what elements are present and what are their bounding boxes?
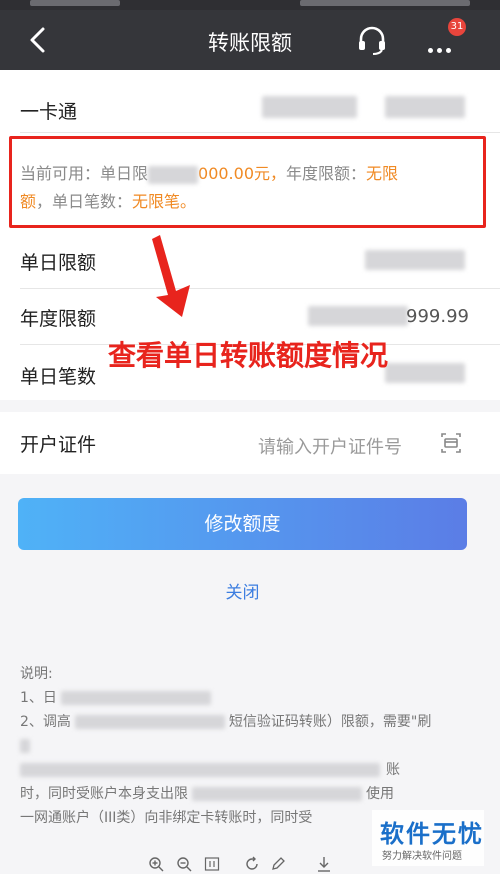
- id-field-label: 开户证件: [20, 434, 97, 456]
- notes-line5-text: 一网通账户（III类）向非绑定卡转账时，同时受: [20, 810, 313, 826]
- notes-line1-text: 1、日: [20, 690, 57, 706]
- row-divider: [20, 288, 500, 289]
- viewer-toolbar: [140, 854, 350, 874]
- notes-redacted: [60, 691, 211, 705]
- status-bar-text: [30, 0, 120, 6]
- notes-redacted: [192, 787, 362, 801]
- annual-limit-label: 年度限额: [20, 308, 97, 330]
- notes-line: 账: [20, 758, 470, 782]
- more-dot-icon: [437, 48, 442, 53]
- daily-count-value-redacted: [385, 363, 465, 383]
- watermark-logo: 软件无忧 努力解决软件问题: [372, 810, 484, 866]
- annotation-text: 查看单日转账额度情况: [108, 339, 389, 372]
- notes-section: 说明: 1、日 2、调高 短信验证码转账）限额，需要"刷 账 时，同时受账户本身支…: [20, 662, 470, 830]
- close-link[interactable]: 关闭: [0, 578, 485, 603]
- status-bar: [0, 0, 500, 10]
- headset-icon: [359, 26, 385, 55]
- notification-badge: 31: [448, 18, 466, 36]
- notes-redacted: [20, 739, 30, 753]
- edit-icon[interactable]: [270, 856, 286, 872]
- daily-count-label: 单日笔数: [20, 366, 97, 388]
- annual-limit-value: 999.99: [406, 306, 469, 327]
- notes-heading: 说明:: [20, 666, 53, 682]
- annotation-arrow-icon: [152, 235, 190, 317]
- download-icon[interactable]: [316, 856, 332, 872]
- row-divider: [20, 132, 500, 133]
- nav-bar: 转账限额 31: [0, 10, 500, 70]
- rotate-icon[interactable]: [244, 856, 260, 872]
- notes-line2-tail: 短信验证码转账）限额，需要"刷: [228, 714, 432, 730]
- more-dot-icon: [446, 48, 451, 53]
- notes-line: [20, 734, 470, 758]
- daily-limit-label: 单日限额: [20, 252, 97, 274]
- notes-line2-text: 2、调高: [20, 714, 71, 730]
- notes-redacted: [74, 715, 225, 729]
- notes-line: 2、调高 短信验证码转账）限额，需要"刷: [20, 710, 470, 734]
- notes-line: 时，同时受账户本身支出限 使用: [20, 782, 470, 806]
- watermark-title: 软件无忧: [380, 820, 484, 848]
- more-button[interactable]: [428, 38, 455, 57]
- watermark-subtitle: 努力解决软件问题: [382, 851, 462, 862]
- status-bar-indicators: [300, 0, 470, 6]
- id-card-scan-button[interactable]: [440, 432, 462, 454]
- actual-size-icon[interactable]: [204, 856, 220, 872]
- notes-line4-tail: 使用: [366, 786, 394, 802]
- account-number-redacted: [262, 96, 357, 118]
- notes-line3-text: 账: [386, 762, 400, 778]
- daily-limit-value-redacted: [365, 250, 465, 270]
- id-card-icon: [441, 433, 461, 453]
- customer-service-button[interactable]: [356, 25, 388, 57]
- notes-line4-text: 时，同时受账户本身支出限: [20, 786, 188, 802]
- modify-limit-button[interactable]: 修改额度: [18, 498, 467, 550]
- annotation-highlight-box: [9, 136, 486, 228]
- more-dot-icon: [428, 48, 433, 53]
- notes-line: 1、日: [20, 686, 470, 710]
- account-name-redacted: [385, 96, 465, 118]
- zoom-in-icon[interactable]: [148, 856, 164, 872]
- id-number-input[interactable]: 请输入开户证件号: [258, 433, 402, 459]
- account-label: 一卡通: [20, 101, 78, 123]
- annual-limit-value-redacted: [308, 306, 408, 326]
- page-title: 转账限额: [208, 31, 292, 55]
- zoom-out-icon[interactable]: [176, 856, 192, 872]
- notes-redacted: [20, 763, 380, 777]
